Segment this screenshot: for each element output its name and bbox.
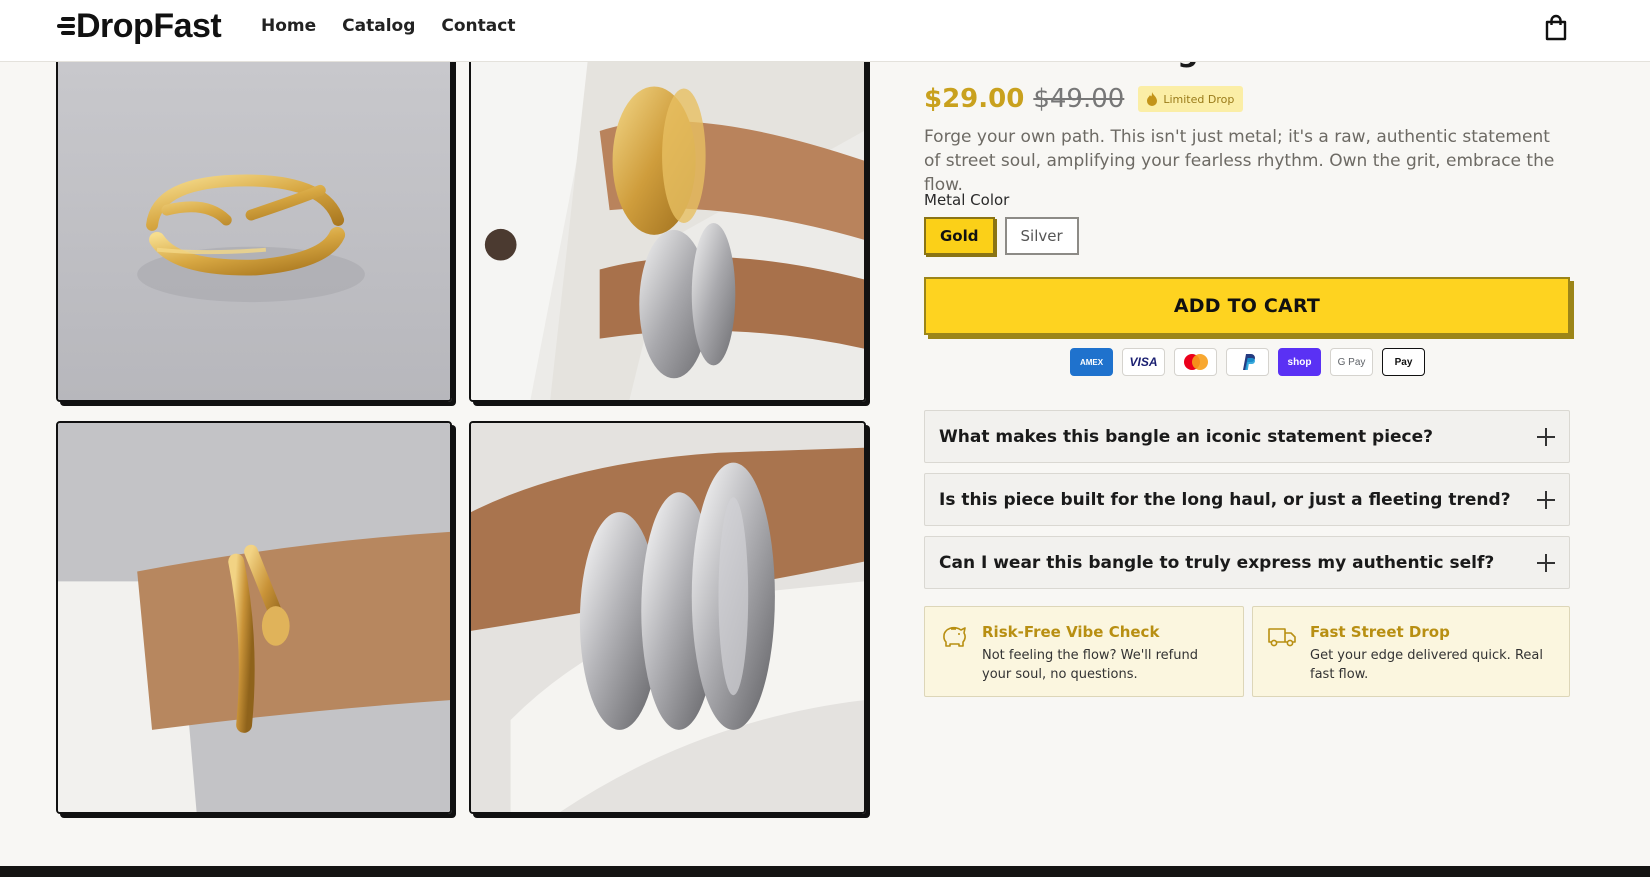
product-image-1[interactable] <box>56 40 452 402</box>
option-gold-button[interactable]: Gold <box>924 217 995 255</box>
perk-text: Get your edge delivered quick. Real fast… <box>1310 648 1543 682</box>
plus-icon[interactable] <box>1537 427 1555 446</box>
faq-question: Can I wear this bangle to truly express … <box>939 552 1495 573</box>
product-image-2[interactable] <box>469 40 866 402</box>
shop-pay-icon: shop <box>1278 348 1321 376</box>
main-nav: Home Catalog Contact <box>261 16 515 36</box>
logo[interactable]: DropFast <box>55 6 222 46</box>
payment-icons: AMEX VISA shop G Pay Pay <box>1070 348 1425 376</box>
sale-price: $29.00 <box>924 84 1025 114</box>
piggy-bank-icon <box>943 626 966 647</box>
perk-card-delivery: Fast Street Drop Get your edge delivered… <box>1252 606 1570 697</box>
product-image-3[interactable] <box>56 421 452 814</box>
mastercard-icon <box>1174 348 1217 376</box>
perk-title: Risk-Free Vibe Check <box>982 623 1160 641</box>
amex-icon: AMEX <box>1070 348 1113 376</box>
faq-item[interactable]: Is this piece built for the long haul, o… <box>924 473 1570 526</box>
product-image-4[interactable] <box>469 421 866 814</box>
paypal-icon <box>1226 348 1269 376</box>
faq-question: What makes this bangle an iconic stateme… <box>939 426 1434 447</box>
compare-price: $49.00 <box>1033 84 1125 114</box>
price-row: $29.00 $49.00 Limited Drop <box>924 84 1244 114</box>
footer-edge <box>0 866 1650 877</box>
apple-pay-icon: Pay <box>1382 348 1425 376</box>
badge-label: Limited Drop <box>1163 92 1235 106</box>
logo-text: DropFast <box>76 6 222 45</box>
add-to-cart-button[interactable]: ADD TO CART <box>924 277 1570 335</box>
faq-item[interactable]: What makes this bangle an iconic stateme… <box>924 410 1570 463</box>
google-pay-icon: G Pay <box>1330 348 1373 376</box>
plus-icon[interactable] <box>1537 490 1555 509</box>
metal-color-options: Gold Silver <box>924 217 1079 255</box>
metal-color-label: Metal Color <box>924 191 1010 209</box>
plus-icon[interactable] <box>1537 553 1555 572</box>
flame-icon <box>1147 92 1158 106</box>
perk-title: Fast Street Drop <box>1310 623 1450 641</box>
limited-drop-badge: Limited Drop <box>1138 86 1244 112</box>
product-description: Forge your own path. This isn't just met… <box>924 127 1555 195</box>
logo-mark-icon <box>55 14 75 38</box>
perk-card-refund: Risk-Free Vibe Check Not feeling the flo… <box>924 606 1244 697</box>
visa-icon: VISA <box>1122 348 1165 376</box>
cart-button[interactable] <box>1540 12 1572 44</box>
perk-text: Not feeling the flow? We'll refund your … <box>982 648 1198 682</box>
site-header: DropFast Home Catalog Contact <box>0 0 1650 62</box>
option-silver-button[interactable]: Silver <box>1004 217 1079 255</box>
shopping-bag-icon <box>1545 14 1567 41</box>
faq-question: Is this piece built for the long haul, o… <box>939 489 1511 510</box>
delivery-truck-icon <box>1268 628 1296 647</box>
nav-catalog[interactable]: Catalog <box>342 16 415 36</box>
nav-contact[interactable]: Contact <box>441 16 515 36</box>
nav-home[interactable]: Home <box>261 16 316 36</box>
faq-item[interactable]: Can I wear this bangle to truly express … <box>924 536 1570 589</box>
